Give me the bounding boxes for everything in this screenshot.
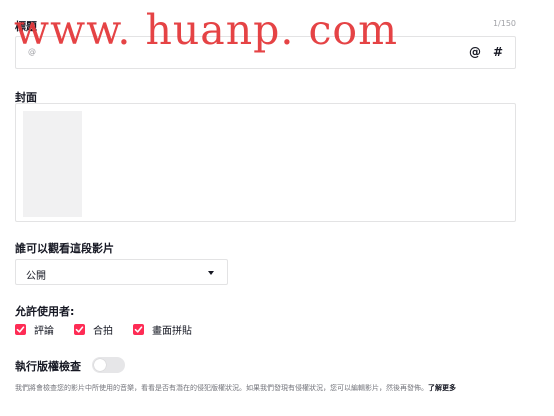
checkbox-checked-icon[interactable] <box>133 324 144 335</box>
checkbox-checked-icon[interactable] <box>74 324 85 335</box>
copyright-description: 我們將會檢查您的影片中所使用的音樂，看看是否有潛在的侵犯版權狀況。如果我們發現有… <box>15 380 515 396</box>
allow-stitch-option[interactable]: 畫面拼貼 <box>133 322 192 337</box>
allow-options: 評論 合拍 畫面拼貼 <box>15 322 212 337</box>
hashtag-icon[interactable]: # <box>493 45 503 59</box>
caption-char-counter: 1/150 <box>492 19 516 28</box>
mention-icon[interactable]: @ <box>469 45 481 59</box>
privacy-selected-value: 公開 <box>26 271 46 282</box>
privacy-select[interactable]: 公開 <box>15 259 228 285</box>
allow-duet-label: 合拍 <box>93 326 113 337</box>
copyright-check-label: 執行版權檢查 <box>15 360 81 373</box>
copyright-description-text: 我們將會檢查您的影片中所使用的音樂，看看是否有潛在的侵犯版權狀況。如果我們發現有… <box>15 384 428 392</box>
caret-down-icon <box>208 271 214 275</box>
checkbox-checked-icon[interactable] <box>15 324 26 335</box>
watermark: www. huanp. com <box>14 6 398 54</box>
allow-comment-label: 評論 <box>34 326 54 337</box>
allow-comment-option[interactable]: 評論 <box>15 322 54 337</box>
privacy-label: 誰可以觀看這段影片 <box>15 242 114 255</box>
copyright-check-toggle[interactable] <box>92 357 125 373</box>
cover-selector[interactable] <box>15 103 516 222</box>
learn-more-link[interactable]: 了解更多 <box>428 384 456 392</box>
allow-duet-option[interactable]: 合拍 <box>74 322 113 337</box>
allow-stitch-label: 畫面拼貼 <box>152 326 192 337</box>
toggle-knob <box>94 359 106 371</box>
cover-thumbnail[interactable] <box>23 111 82 217</box>
caption-tools: @ # <box>469 45 503 59</box>
allow-users-label: 允許使用者: <box>15 305 75 318</box>
